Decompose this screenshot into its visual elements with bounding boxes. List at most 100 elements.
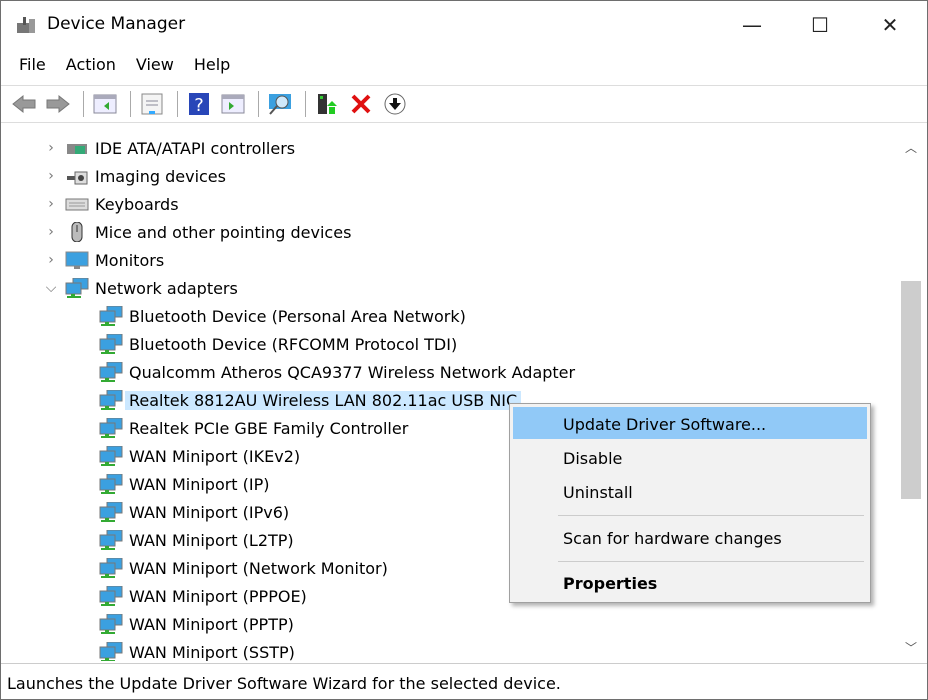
tree-device[interactable]: WAN Miniport (IPv6) (95, 498, 289, 526)
network-adapter-icon (99, 390, 123, 410)
network-adapter-icon (99, 642, 123, 661)
tree-device[interactable]: WAN Miniport (PPTP) (95, 610, 294, 638)
back-icon[interactable] (9, 89, 39, 119)
network-adapter-icon (99, 558, 123, 578)
tree-device-label: Realtek 8812AU Wireless LAN 802.11ac USB… (125, 390, 522, 410)
show-hide-console-tree-icon[interactable] (90, 89, 120, 119)
uninstall-icon[interactable] (346, 89, 376, 119)
tree-device[interactable]: Bluetooth Device (RFCOMM Protocol TDI) (95, 330, 457, 358)
network-adapter-icon (99, 614, 123, 634)
category-icon (67, 171, 88, 185)
network-adapter-icon (99, 502, 123, 522)
menu-help[interactable]: Help (186, 51, 242, 81)
vertical-scrollbar[interactable]: ︿ ﹀ (899, 131, 923, 661)
device-manager-icon (17, 17, 35, 33)
network-adapter-icon (99, 306, 123, 326)
help-icon[interactable]: ? (184, 89, 214, 119)
tree-category-label: Keyboards (95, 194, 179, 214)
tree-device[interactable]: Realtek PCIe GBE Family Controller (95, 414, 408, 442)
category-icon (65, 278, 89, 298)
menu-separator (558, 561, 864, 562)
chevron-right-icon[interactable]: › (41, 224, 61, 240)
chevron-right-icon[interactable]: › (41, 168, 61, 184)
tree-category[interactable]: › Imaging devices (41, 162, 226, 190)
update-driver-icon[interactable] (312, 89, 342, 119)
menu-action[interactable]: Action (58, 51, 128, 81)
menu-separator (558, 515, 864, 516)
tree-category-label: IDE ATA/ATAPI controllers (95, 138, 296, 158)
tree-device[interactable]: WAN Miniport (SSTP) (95, 638, 295, 661)
scrollbar-thumb[interactable] (901, 281, 921, 499)
tree-device-label: Realtek PCIe GBE Family Controller (129, 418, 409, 438)
toolbar-separator (305, 91, 306, 117)
tree-device[interactable]: WAN Miniport (IKEv2) (95, 442, 300, 470)
chevron-down-icon[interactable]: ⌵ (41, 280, 61, 296)
network-adapter-icon (99, 446, 123, 466)
toolbar: ? (1, 85, 927, 123)
window-title: Device Manager (47, 14, 186, 34)
chevron-right-icon[interactable]: › (41, 196, 61, 212)
disable-icon[interactable] (380, 89, 410, 119)
maximize-button[interactable]: ☐ (785, 1, 855, 49)
tree-device-label: WAN Miniport (SSTP) (129, 642, 295, 662)
show-action-pane-icon[interactable] (218, 89, 248, 119)
menu-item-scan-hardware[interactable]: Scan for hardware changes (513, 521, 867, 553)
network-adapter-icon (99, 362, 123, 382)
tree-category-label: Imaging devices (95, 166, 226, 186)
chevron-right-icon[interactable]: › (41, 252, 61, 268)
tree-category-label: Mice and other pointing devices (95, 222, 352, 242)
network-adapter-icon (99, 334, 123, 354)
toolbar-separator (130, 91, 131, 117)
status-bar: Launches the Update Driver Software Wiza… (1, 663, 927, 699)
category-icon (67, 144, 87, 154)
menu-bar: File Action View Help (1, 51, 242, 81)
menu-item-update-driver[interactable]: Update Driver Software... (513, 407, 867, 439)
category-icon (65, 198, 89, 211)
forward-icon[interactable] (43, 89, 73, 119)
scroll-up-arrow-icon[interactable]: ︿ (899, 139, 923, 156)
menu-file[interactable]: File (1, 51, 58, 81)
tree-category-label: Network adapters (95, 278, 238, 298)
tree-device-label: WAN Miniport (IP) (129, 474, 270, 494)
tree-category[interactable]: › Mice and other pointing devices (41, 218, 351, 246)
tree-device[interactable]: Bluetooth Device (Personal Area Network) (95, 302, 466, 330)
properties-icon[interactable] (137, 89, 167, 119)
menu-view[interactable]: View (128, 51, 186, 81)
tree-device[interactable]: WAN Miniport (L2TP) (95, 526, 294, 554)
tree-device-label: WAN Miniport (Network Monitor) (129, 558, 388, 578)
tree-category-label: Monitors (95, 250, 165, 270)
menu-item-uninstall[interactable]: Uninstall (513, 475, 867, 507)
scroll-down-arrow-icon[interactable]: ﹀ (899, 639, 923, 656)
tree-category[interactable]: › Keyboards (41, 190, 179, 218)
network-adapter-icon (99, 586, 123, 606)
category-icon (71, 222, 83, 242)
tree-device[interactable]: WAN Miniport (PPPOE) (95, 582, 307, 610)
tree-device-label: WAN Miniport (PPTP) (129, 614, 294, 634)
tree-device-label: Qualcomm Atheros QCA9377 Wireless Networ… (129, 362, 576, 382)
tree-device-label: Bluetooth Device (RFCOMM Protocol TDI) (129, 334, 458, 354)
network-adapter-icon (99, 530, 123, 550)
tree-device-label: WAN Miniport (PPPOE) (129, 586, 307, 606)
tree-category[interactable]: › Monitors (41, 246, 164, 274)
network-adapter-icon (99, 474, 123, 494)
toolbar-separator (177, 91, 178, 117)
minimize-button[interactable]: — (717, 1, 787, 49)
tree-device-label: WAN Miniport (IKEv2) (129, 446, 301, 466)
close-button[interactable]: ✕ (855, 1, 925, 49)
scan-hardware-icon[interactable] (265, 89, 295, 119)
menu-item-disable[interactable]: Disable (513, 441, 867, 473)
tree-device[interactable]: Realtek 8812AU Wireless LAN 802.11ac USB… (95, 386, 522, 414)
menu-item-properties[interactable]: Properties (513, 566, 867, 598)
tree-device[interactable]: WAN Miniport (IP) (95, 470, 270, 498)
tree-device[interactable]: Qualcomm Atheros QCA9377 Wireless Networ… (95, 358, 575, 386)
toolbar-separator (258, 91, 259, 117)
tree-device-label: Bluetooth Device (Personal Area Network) (129, 306, 466, 326)
tree-device-label: WAN Miniport (L2TP) (129, 530, 294, 550)
tree-category[interactable]: › IDE ATA/ATAPI controllers (41, 134, 295, 162)
context-menu: Update Driver Software... Disable Uninst… (509, 403, 871, 603)
tree-device[interactable]: WAN Miniport (Network Monitor) (95, 554, 388, 582)
category-icon (65, 251, 89, 269)
toolbar-separator (83, 91, 84, 117)
tree-category[interactable]: ⌵ Network adapters (41, 274, 238, 302)
chevron-right-icon[interactable]: › (41, 140, 61, 156)
